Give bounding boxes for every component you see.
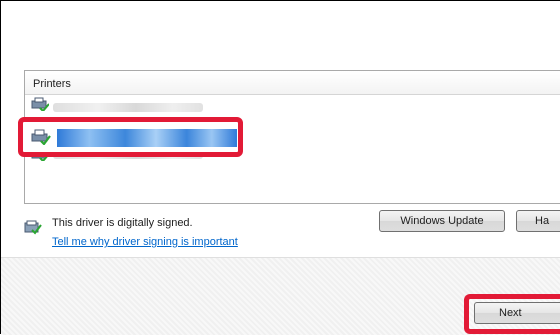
have-disk-button[interactable]: Ha: [516, 210, 560, 232]
signing-status-text: This driver is digitally signed.: [52, 217, 193, 229]
blurred-printer-name: [53, 103, 203, 112]
selected-printer-highlight: [18, 117, 243, 157]
printers-header-label: Printers: [33, 78, 71, 90]
printer-icon: [31, 97, 49, 111]
selected-printer-item[interactable]: [57, 129, 237, 147]
windows-update-button[interactable]: Windows Update: [379, 210, 505, 232]
signed-driver-icon: [24, 220, 42, 235]
printers-column-header[interactable]: Printers: [25, 71, 560, 95]
next-button[interactable]: Next: [474, 302, 560, 324]
driver-signing-help-link[interactable]: Tell me why driver signing is important: [52, 236, 238, 248]
printer-icon: [31, 129, 51, 145]
